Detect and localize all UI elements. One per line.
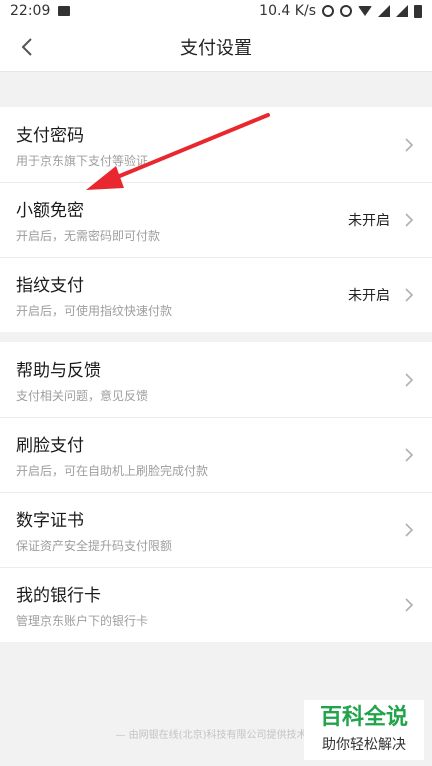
settings-group-other: 帮助与反馈 支付相关问题，意见反馈 刷脸支付 开启后，可在自助机上刷脸完成付款 …: [0, 342, 432, 642]
watermark-slogan: 助你轻松解决: [322, 737, 406, 753]
image-icon: [58, 6, 71, 16]
nav-bar: 支付设置: [0, 22, 432, 72]
watermark-title: 百科全说: [319, 705, 408, 730]
item-texts: 帮助与反馈 支付相关问题，意见反馈: [16, 356, 148, 404]
item-right: 未开启: [348, 210, 416, 230]
alarm-icon: [322, 5, 334, 17]
chevron-right-icon: [402, 372, 416, 387]
watermark-logo: 百科全说 助你轻松解决: [304, 700, 424, 760]
small-amount-no-password-item[interactable]: 小额免密 开启后，无需密码即可付款 未开启: [0, 182, 432, 257]
back-button[interactable]: [14, 34, 40, 60]
item-subtitle: 开启后，可使用指纹快速付款: [16, 303, 173, 318]
item-subtitle: 开启后，可在自助机上刷脸完成付款: [16, 463, 209, 478]
chevron-right-icon: [402, 597, 416, 612]
item-title: 数字证书: [16, 510, 84, 531]
item-subtitle: 开启后，无需密码即可付款: [16, 228, 161, 243]
item-texts: 指纹支付 开启后，可使用指纹快速付款: [16, 271, 172, 319]
payment-password-item[interactable]: 支付密码 用于京东旗下支付等验证: [0, 107, 432, 182]
chevron-left-icon: [21, 38, 32, 56]
section-gap: [0, 332, 432, 342]
chevron-right-icon: [402, 447, 416, 462]
item-texts: 支付密码 用于京东旗下支付等验证: [16, 121, 148, 169]
chevron-right-icon: [402, 287, 416, 302]
chevron-right-icon: [402, 137, 416, 152]
item-title: 指纹支付: [16, 275, 84, 296]
battery-icon: [414, 4, 422, 18]
chevron-right-icon: [402, 522, 416, 537]
chevron-right-icon: [402, 212, 416, 227]
item-subtitle: 用于京东旗下支付等验证: [16, 153, 149, 168]
network-speed: 10.4 K/s: [259, 3, 316, 19]
item-right: [402, 522, 416, 537]
item-texts: 小额免密 开启后，无需密码即可付款: [16, 196, 160, 244]
my-bank-cards-item[interactable]: 我的银行卡 管理京东账户下的银行卡: [0, 567, 432, 642]
item-title: 小额免密: [16, 200, 84, 221]
signal-icon: [378, 5, 390, 17]
item-texts: 数字证书 保证资产安全提升码支付限额: [16, 506, 172, 554]
item-right: [402, 137, 416, 152]
page-title: 支付设置: [180, 37, 252, 59]
item-right: [402, 372, 416, 387]
wifi-icon: [358, 6, 372, 16]
settings-group-payment: 支付密码 用于京东旗下支付等验证 小额免密 开启后，无需密码即可付款 未开启 指…: [0, 107, 432, 332]
section-gap: [0, 72, 432, 107]
item-status: 未开启: [348, 212, 390, 229]
item-subtitle: 支付相关问题，意见反馈: [16, 388, 149, 403]
status-time: 22:09: [10, 3, 51, 19]
item-texts: 刷脸支付 开启后，可在自助机上刷脸完成付款: [16, 431, 208, 479]
status-bar-left: 22:09: [10, 3, 71, 19]
fingerprint-payment-item[interactable]: 指纹支付 开启后，可使用指纹快速付款 未开启: [0, 257, 432, 332]
item-right: 未开启: [348, 285, 416, 305]
item-status: 未开启: [348, 287, 390, 304]
item-subtitle: 管理京东账户下的银行卡: [16, 613, 149, 628]
item-texts: 我的银行卡 管理京东账户下的银行卡: [16, 581, 148, 629]
item-title: 支付密码: [16, 125, 84, 146]
item-right: [402, 447, 416, 462]
face-payment-item[interactable]: 刷脸支付 开启后，可在自助机上刷脸完成付款: [0, 417, 432, 492]
status-bar-right: 10.4 K/s: [259, 3, 422, 19]
item-title: 刷脸支付: [16, 435, 84, 456]
digital-certificate-item[interactable]: 数字证书 保证资产安全提升码支付限额: [0, 492, 432, 567]
mute-icon: [340, 5, 352, 17]
item-right: [402, 597, 416, 612]
signal-icon: [396, 5, 408, 17]
status-bar: 22:09 10.4 K/s: [0, 0, 432, 22]
item-subtitle: 保证资产安全提升码支付限额: [16, 538, 173, 553]
help-feedback-item[interactable]: 帮助与反馈 支付相关问题，意见反馈: [0, 342, 432, 417]
item-title: 帮助与反馈: [16, 360, 101, 381]
item-title: 我的银行卡: [16, 585, 101, 606]
